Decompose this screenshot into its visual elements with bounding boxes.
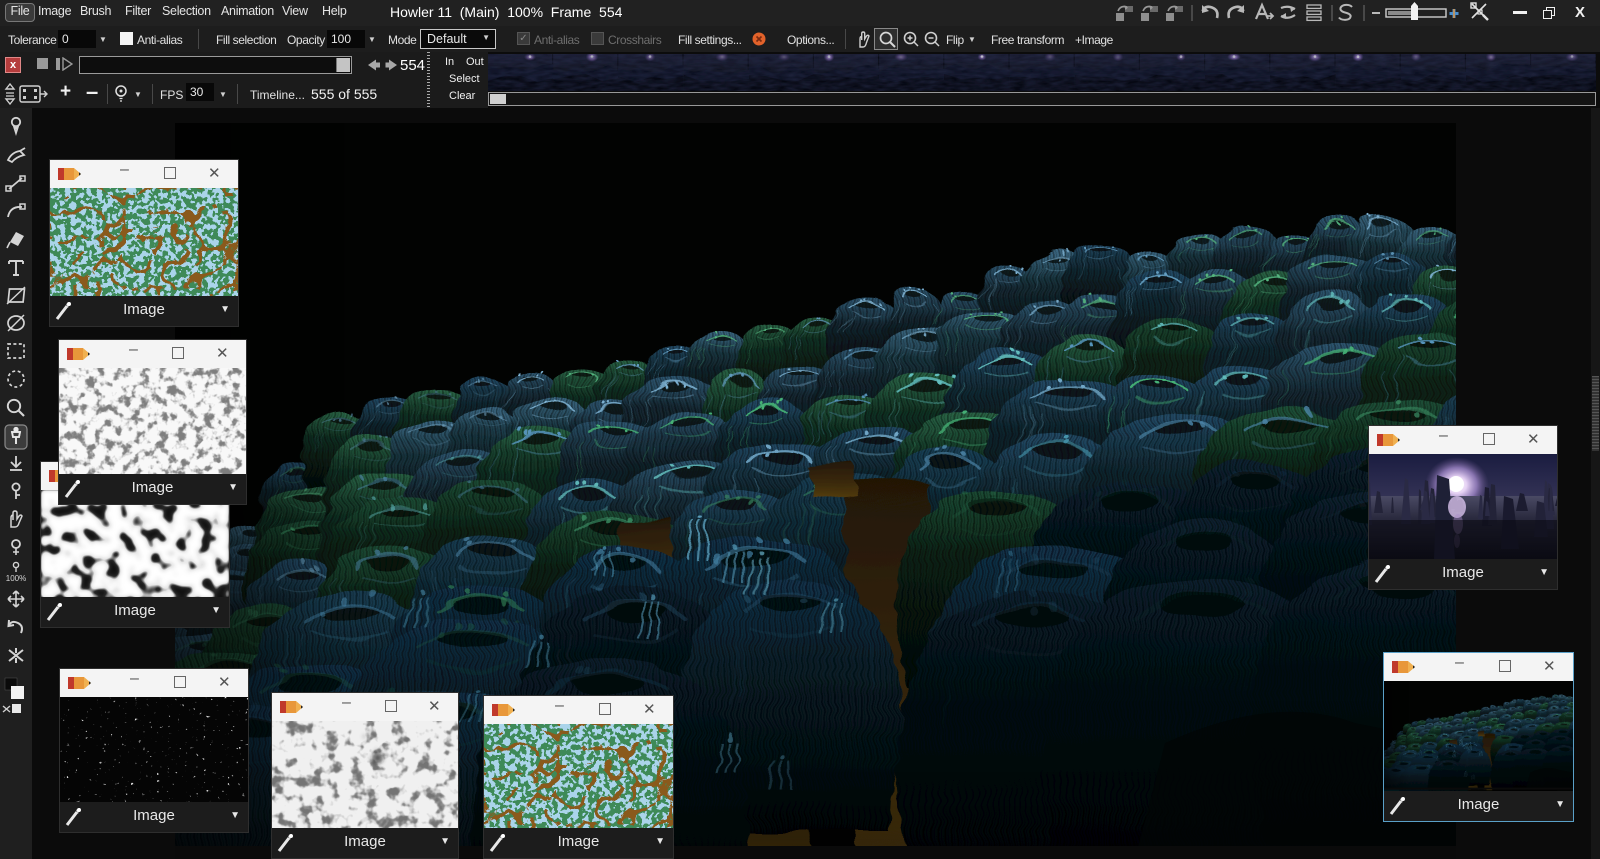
svg-text:100%: 100%: [6, 574, 26, 583]
